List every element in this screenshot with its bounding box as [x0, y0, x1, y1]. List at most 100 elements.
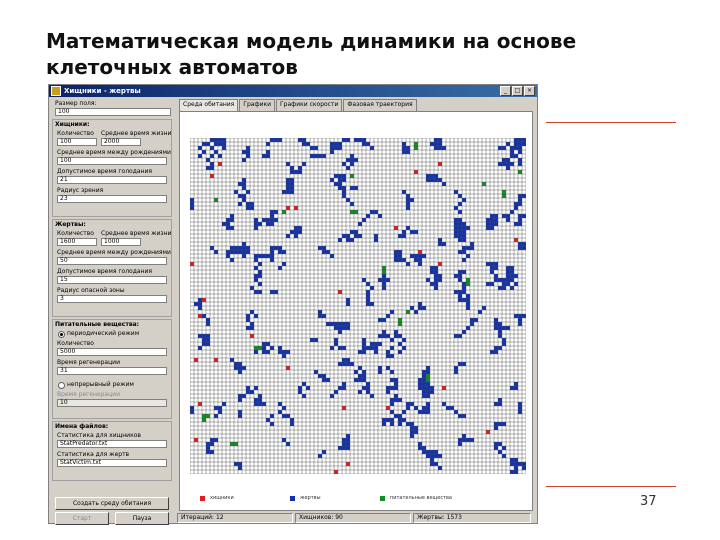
prey-cell	[274, 138, 278, 142]
prey-cell	[334, 342, 338, 346]
prey-birth-interval-field[interactable]: 50	[57, 257, 167, 265]
prey-cell	[246, 314, 250, 318]
prey-cell	[498, 146, 502, 150]
close-button[interactable]: ×	[524, 86, 535, 96]
prey-cell	[490, 270, 494, 274]
prey-file-field[interactable]: StatVictim.txt	[57, 459, 167, 467]
minimize-button[interactable]: _	[500, 86, 511, 96]
predator-cell	[210, 174, 214, 178]
title-bar[interactable]: Хищники - жертвы _ □ ×	[49, 85, 537, 97]
tab-environment[interactable]: Среда обитания	[179, 99, 239, 111]
continuous-mode-radio[interactable]	[58, 382, 65, 389]
prey-cell	[198, 334, 202, 338]
prey-cell	[286, 414, 290, 418]
prey-cell	[518, 246, 522, 250]
food-cell	[282, 210, 286, 214]
prey-cell	[238, 366, 242, 370]
tab-phase-trajectory[interactable]: Фазовая траектория	[343, 99, 417, 111]
tab-speed-charts[interactable]: Графики скорости	[276, 99, 343, 111]
prey-cell	[378, 342, 382, 346]
prey-cell	[478, 310, 482, 314]
predators-birth-interval-field[interactable]: 100	[57, 157, 167, 165]
prey-cell	[462, 198, 466, 202]
prey-cell	[346, 138, 350, 142]
prey-cell	[290, 418, 294, 422]
prey-cell	[490, 266, 494, 270]
prey-cell	[410, 230, 414, 234]
field-size-select[interactable]: 100	[55, 108, 171, 116]
prey-cell	[254, 218, 258, 222]
prey-cell	[358, 374, 362, 378]
prey-cell	[522, 314, 526, 318]
prey-count-field[interactable]: 1600	[57, 238, 97, 246]
prey-cell	[402, 418, 406, 422]
prey-cell	[490, 214, 494, 218]
tab-charts[interactable]: Графики	[239, 99, 275, 111]
prey-cell	[510, 278, 514, 282]
prey-cell	[262, 342, 266, 346]
prey-cell	[466, 294, 470, 298]
prey-cell	[322, 154, 326, 158]
prey-cell	[370, 342, 374, 346]
prey-cell	[434, 138, 438, 142]
food-growth-field[interactable]: 10	[57, 399, 167, 407]
maximize-button[interactable]: □	[512, 86, 523, 96]
prey-cell	[282, 406, 286, 410]
prey-cell	[366, 390, 370, 394]
prey-cell	[418, 306, 422, 310]
create-environment-button[interactable]: Создать среду обитания	[55, 497, 169, 510]
prey-cell	[406, 198, 410, 202]
prey-cell	[406, 150, 410, 154]
predators-file-field[interactable]: StatPredator.txt	[57, 440, 167, 448]
prey-cell	[234, 462, 238, 466]
status-iterations: Итераций: 12	[177, 513, 293, 523]
prey-cell	[322, 374, 326, 378]
prey-cell	[414, 406, 418, 410]
prey-cell	[462, 290, 466, 294]
predator-cell	[346, 462, 350, 466]
food-regen-field[interactable]: 31	[57, 367, 167, 375]
prey-cell	[430, 390, 434, 394]
prey-avg-life-field[interactable]: 1000	[101, 238, 141, 246]
prey-cell	[306, 142, 310, 146]
prey-cell	[418, 446, 422, 450]
prey-danger-radius-field[interactable]: 3	[57, 295, 167, 303]
periodic-mode-radio[interactable]	[58, 331, 65, 338]
prey-cell	[438, 138, 442, 142]
prey-cell	[494, 442, 498, 446]
predators-view-radius-field[interactable]: 23	[57, 195, 167, 203]
prey-hunger-field[interactable]: 15	[57, 276, 167, 284]
prey-cell	[518, 218, 522, 222]
prey-cell	[402, 230, 406, 234]
prey-cell	[506, 274, 510, 278]
prey-cell	[386, 278, 390, 282]
prey-cell	[306, 386, 310, 390]
prey-cell	[270, 214, 274, 218]
prey-cell	[394, 258, 398, 262]
start-button[interactable]: Старт	[55, 512, 109, 525]
prey-cell	[278, 346, 282, 350]
predators-avg-life-field[interactable]: 2000	[101, 138, 141, 146]
food-amount-field[interactable]: 5000	[57, 348, 167, 356]
prey-cell	[438, 242, 442, 246]
prey-cell	[458, 274, 462, 278]
prey-cell	[474, 318, 478, 322]
predators-hunger-field[interactable]: 21	[57, 176, 167, 184]
prey-cell	[350, 230, 354, 234]
prey-cell	[370, 286, 374, 290]
cellular-automaton-grid[interactable]	[190, 138, 526, 474]
food-cell	[230, 442, 234, 446]
prey-cell	[390, 310, 394, 314]
food-header: Питательные вещества:	[55, 321, 140, 328]
prey-cell	[278, 402, 282, 406]
prey-cell	[462, 330, 466, 334]
prey-cell	[498, 278, 502, 282]
prey-cell	[210, 246, 214, 250]
prey-cell	[262, 154, 266, 158]
prey-cell	[262, 218, 266, 222]
prey-cell	[414, 430, 418, 434]
pause-button[interactable]: Пауза	[115, 512, 169, 525]
prey-cell	[434, 278, 438, 282]
prey-cell	[234, 250, 238, 254]
predators-count-field[interactable]: 100	[57, 138, 97, 146]
